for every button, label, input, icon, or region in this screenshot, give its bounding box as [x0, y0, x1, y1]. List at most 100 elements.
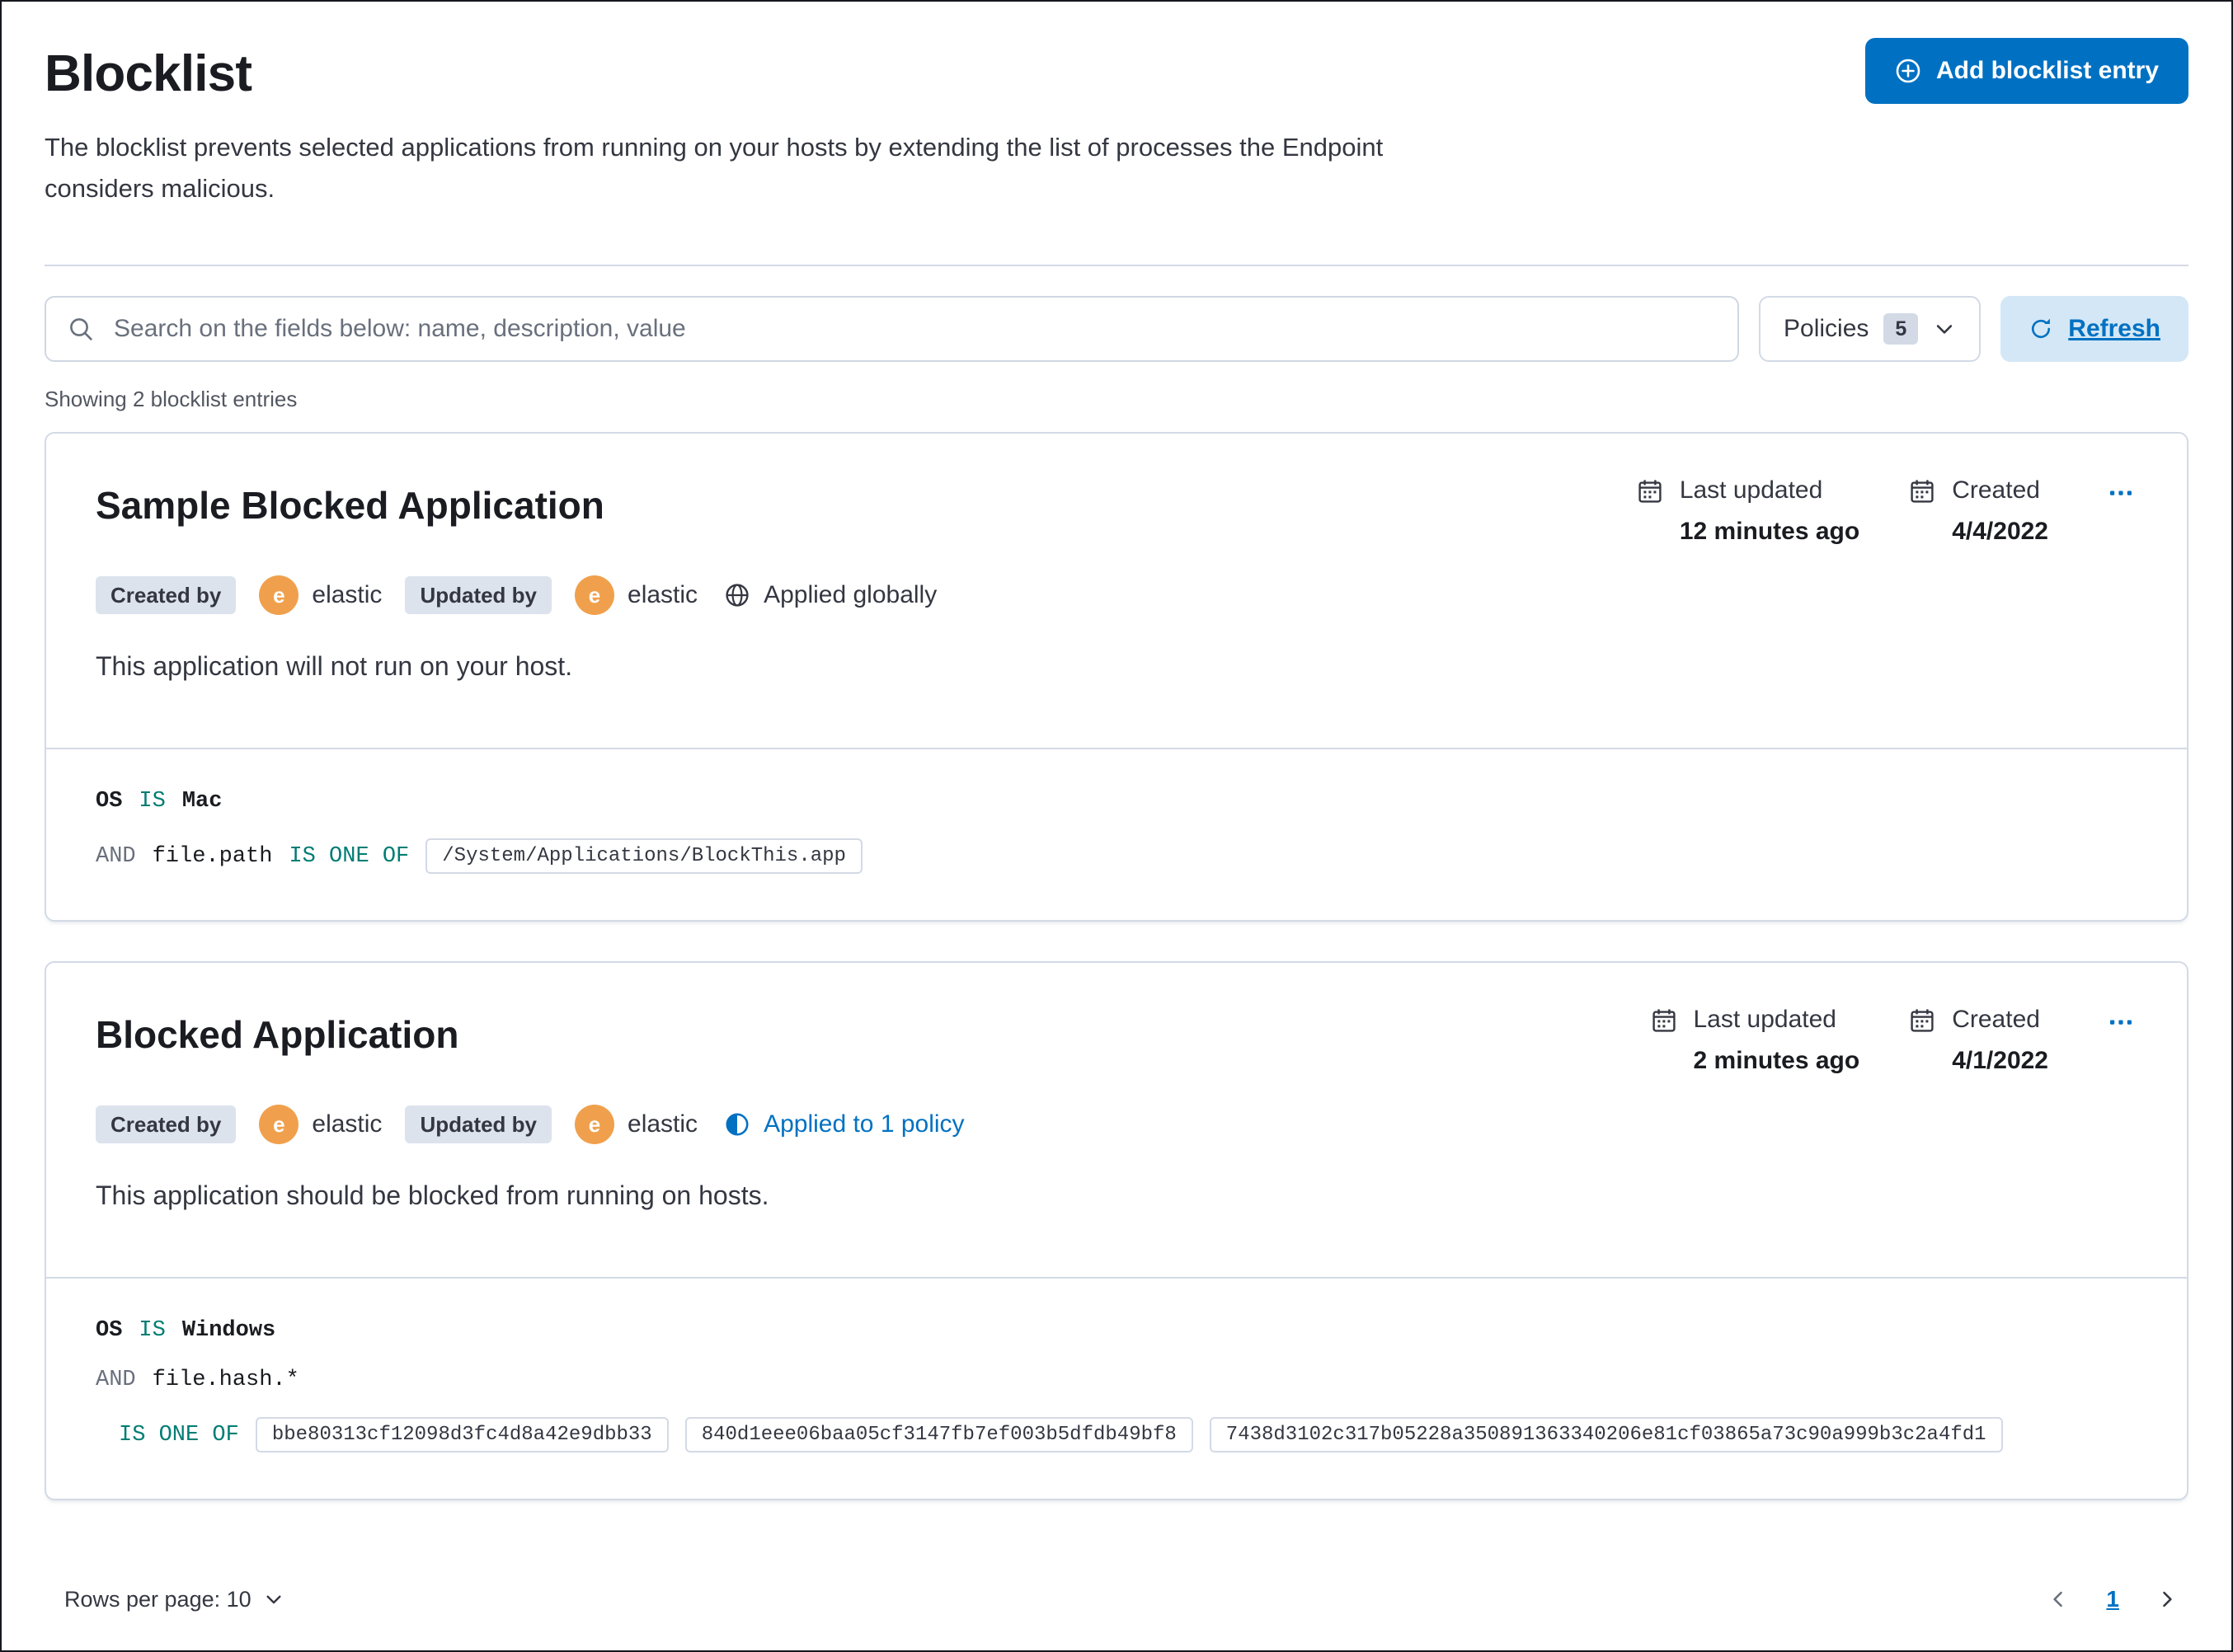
updated-by-badge: Updated by: [405, 576, 552, 615]
rows-per-page-button[interactable]: Rows per page: 10: [54, 1585, 294, 1614]
entry-description: This application will not run on your ho…: [96, 651, 573, 682]
condition-line: IS ONE OF bbe80313cf12098d3fc4d8a42e9dbb…: [96, 1417, 2137, 1453]
condition-conjunction: AND: [96, 843, 136, 869]
condition-operator: IS: [139, 789, 166, 814]
applied-to-policy-link[interactable]: Applied to 1 policy: [724, 1110, 965, 1138]
entry-meta: Last updated 12 minutes ago Created 4/4/…: [1637, 467, 2137, 546]
calendar-icon: [1909, 478, 1935, 546]
condition-operator: IS ONE OF: [119, 1422, 239, 1448]
last-updated-meta: Last updated 12 minutes ago: [1637, 476, 1859, 546]
created-by-badge: Created by: [96, 1105, 237, 1144]
created-label: Created: [1952, 1006, 2040, 1034]
updated-by-user: elastic: [628, 581, 698, 609]
policies-count-badge: 5: [1883, 313, 1919, 345]
refresh-label: Refresh: [2068, 315, 2160, 343]
blocklist-entry-card: Sample Blocked Application Last updated …: [45, 432, 2188, 922]
applied-to-policy-label: Applied to 1 policy: [764, 1110, 965, 1138]
condition-operator: IS ONE OF: [289, 843, 410, 869]
created-value: 4/4/2022: [1952, 518, 2048, 546]
entry-actions-menu-button[interactable]: [2104, 476, 2137, 515]
partial-circle-icon: [724, 1111, 750, 1138]
globe-icon: [724, 582, 750, 608]
three-dots-horizontal-icon: [2108, 1009, 2134, 1035]
condition-line: AND file.path IS ONE OF /System/Applicat…: [96, 838, 2137, 875]
created-by-user: elastic: [312, 1110, 383, 1138]
policies-filter-label: Policies: [1784, 315, 1869, 343]
created-value: 4/1/2022: [1952, 1047, 2048, 1075]
list-footer: Rows per page: 10 1: [45, 1584, 2188, 1617]
showing-entries-count: Showing 2 blocklist entries: [45, 387, 298, 412]
updated-by-badge: Updated by: [405, 1105, 552, 1144]
last-updated-meta: Last updated 2 minutes ago: [1651, 1006, 1860, 1075]
previous-page-button[interactable]: [2043, 1584, 2073, 1614]
condition-field: file.hash.*: [152, 1368, 299, 1393]
calendar-icon: [1637, 478, 1663, 546]
condition-value-chip: 7438d3102c317b05228a350891363340206e81cf…: [1209, 1417, 2003, 1453]
condition-value-chip: 840d1eee06baa05cf3147fb7ef003b5dfdb49bf8: [684, 1417, 1193, 1453]
page-header: Blocklist Add blocklist entry: [45, 38, 2188, 104]
created-by-badge: Created by: [96, 576, 237, 615]
last-updated-label: Last updated: [1679, 476, 1823, 505]
page-description: The blocklist prevents selected applicat…: [45, 133, 1384, 204]
created-by-user: elastic: [312, 581, 383, 609]
entry-title: Sample Blocked Application: [96, 484, 604, 528]
condition-line: OS IS Windows: [96, 1318, 2137, 1343]
condition-line: AND file.hash.*: [96, 1368, 2137, 1392]
page-number-button[interactable]: 1: [2106, 1586, 2119, 1612]
policies-filter-button[interactable]: Policies 5: [1759, 296, 1981, 363]
entry-title: Blocked Application: [96, 1013, 459, 1057]
chevron-down-icon: [1933, 317, 1956, 340]
calendar-icon: [1909, 1007, 1935, 1075]
entry-meta: Last updated 2 minutes ago Created 4/1/2…: [1651, 996, 2138, 1075]
blocklist-entry-card: Blocked Application Last updated 2 minut…: [45, 961, 2188, 1501]
entry-description: This application should be blocked from …: [96, 1180, 769, 1211]
avatar: e: [259, 1105, 299, 1145]
plus-in-circle-icon: [1895, 58, 1921, 84]
condition-operator: IS: [139, 1318, 166, 1344]
page-title: Blocklist: [45, 45, 252, 102]
refresh-button[interactable]: Refresh: [2000, 296, 2188, 363]
last-updated-value: 2 minutes ago: [1693, 1047, 1860, 1075]
updated-by-user: elastic: [628, 1110, 698, 1138]
header-divider: [45, 265, 2188, 267]
created-meta: Created 4/4/2022: [1909, 476, 2048, 546]
entry-actions-menu-button[interactable]: [2104, 1006, 2137, 1044]
add-blocklist-entry-label: Add blocklist entry: [1935, 57, 2159, 84]
calendar-icon: [1651, 1007, 1677, 1075]
condition-conjunction: AND: [96, 1368, 136, 1393]
search-input[interactable]: [110, 313, 1716, 345]
refresh-icon: [2029, 317, 2053, 341]
add-blocklist-entry-button[interactable]: Add blocklist entry: [1864, 38, 2188, 104]
blocklist-page: Blocklist Add blocklist entry The blockl…: [2, 2, 2231, 1650]
applied-globally-indicator: Applied globally: [724, 581, 937, 609]
pagination: 1: [2043, 1584, 2182, 1614]
condition-line: OS IS Mac: [96, 789, 2137, 814]
condition-value: Mac: [181, 789, 223, 814]
last-updated-label: Last updated: [1693, 1006, 1836, 1034]
applied-globally-label: Applied globally: [764, 581, 938, 609]
avatar: e: [259, 575, 299, 616]
condition-field: OS: [96, 1318, 123, 1344]
condition-field: OS: [96, 789, 123, 814]
avatar: e: [575, 575, 615, 616]
created-label: Created: [1952, 476, 2040, 505]
avatar: e: [575, 1105, 615, 1145]
next-page-button[interactable]: [2152, 1584, 2182, 1614]
condition-field: file.path: [152, 843, 273, 869]
entry-attribution-row: Created by e elastic Updated by e elasti…: [96, 575, 2137, 616]
toolbar: Policies 5 Refresh: [45, 296, 2188, 363]
search-box: [45, 296, 1739, 363]
entry-attribution-row: Created by e elastic Updated by e elasti…: [96, 1105, 2137, 1145]
entry-conditions: OS IS Windows AND file.hash.* IS ONE OF …: [46, 1279, 2187, 1499]
rows-per-page-label: Rows per page: 10: [64, 1586, 252, 1612]
entry-conditions: OS IS Mac AND file.path IS ONE OF /Syste…: [46, 749, 2187, 920]
condition-value: Windows: [181, 1318, 276, 1344]
three-dots-horizontal-icon: [2108, 480, 2134, 506]
chevron-right-icon: [2155, 1588, 2179, 1611]
last-updated-value: 12 minutes ago: [1679, 518, 1860, 546]
created-meta: Created 4/1/2022: [1909, 1006, 2048, 1075]
search-icon: [68, 316, 94, 342]
chevron-left-icon: [2047, 1588, 2070, 1611]
condition-value-chip: /System/Applications/BlockThis.app: [425, 838, 863, 875]
condition-value-chip: bbe80313cf12098d3fc4d8a42e9dbb33: [255, 1417, 669, 1453]
